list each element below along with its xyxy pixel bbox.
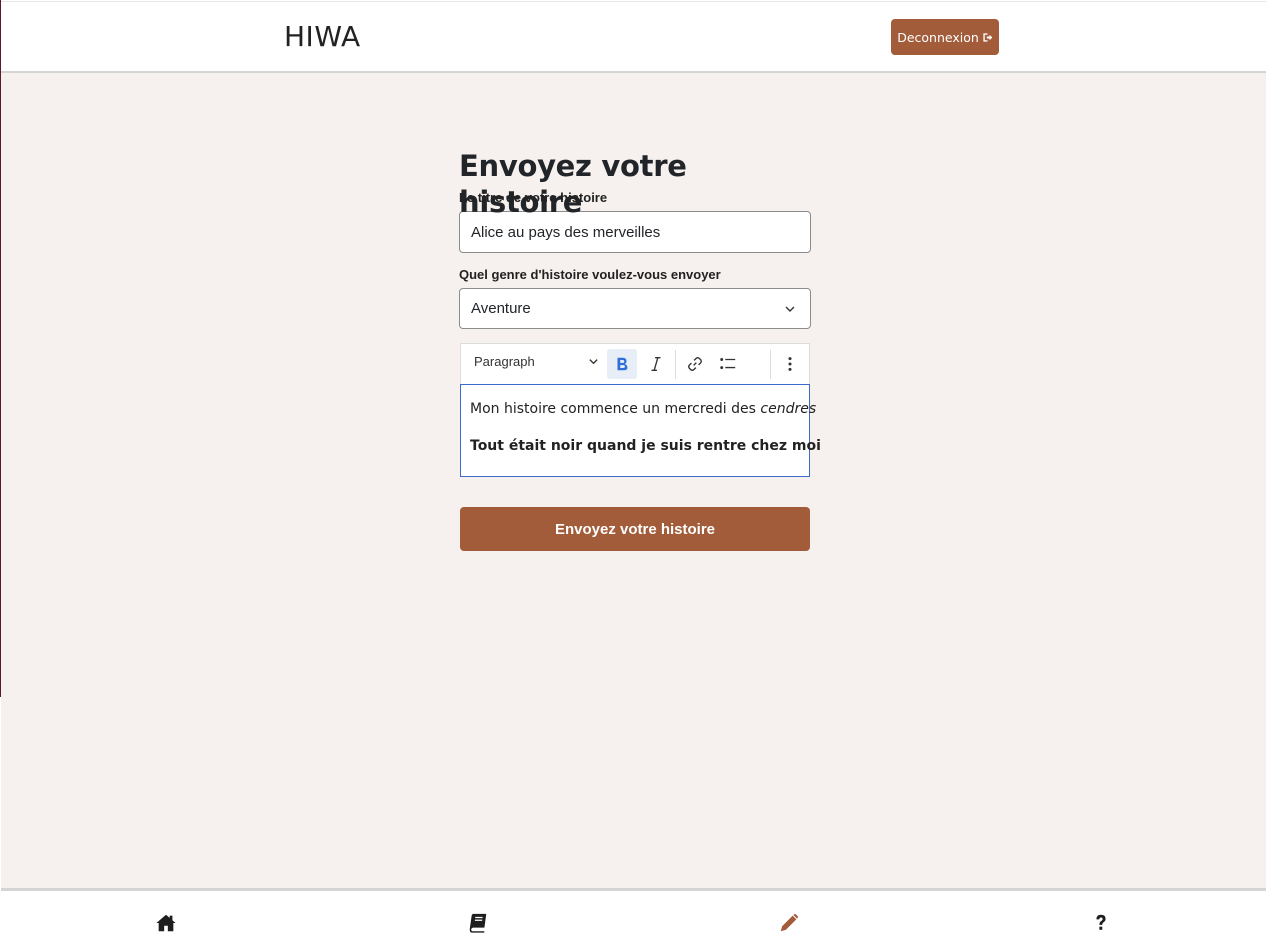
chevron-down-icon — [589, 359, 598, 365]
bold-icon — [617, 357, 628, 371]
story-form: Envoyez votre histoire Le titre de votre… — [459, 148, 821, 551]
italic-icon — [651, 357, 661, 371]
nav-write[interactable] — [776, 910, 802, 936]
page-title: Envoyez votre histoire — [459, 149, 687, 219]
sign-out-icon — [983, 32, 993, 42]
nav-stories[interactable] — [465, 910, 491, 936]
logout-button[interactable]: Deconnexion — [891, 19, 999, 55]
editor-line-1-italic: cendres — [760, 401, 817, 417]
nav-help[interactable] — [1088, 910, 1114, 936]
home-icon — [156, 914, 176, 932]
link-button[interactable] — [680, 349, 710, 379]
story-title-label: Le titre de votre histoire — [459, 190, 608, 205]
bulleted-list-button[interactable] — [713, 349, 743, 379]
more-options-icon — [788, 357, 792, 371]
block-type-label: Paragraph — [474, 354, 535, 369]
rich-text-editor: Paragraph Mon histoire commence un mercr… — [460, 343, 821, 477]
toolbar-separator — [675, 350, 676, 379]
editor-line-1: Mon histoire commence un mercredi des ce… — [470, 401, 816, 417]
book-icon — [469, 913, 487, 933]
chevron-down-icon — [785, 306, 795, 312]
editor-content[interactable]: Mon histoire commence un mercredi des ce… — [460, 384, 821, 477]
bold-button[interactable] — [607, 349, 637, 379]
brand-logo[interactable]: HIWA — [284, 20, 361, 53]
question-icon — [1096, 914, 1106, 930]
more-options-button[interactable] — [775, 349, 805, 379]
story-title-value: Alice au pays des merveilles — [471, 223, 661, 241]
genre-select[interactable]: Aventure — [459, 288, 811, 329]
editor-toolbar: Paragraph — [460, 343, 810, 384]
bulleted-list-icon — [720, 358, 736, 370]
editor-line-1-text: Mon histoire commence un mercredi des — [470, 401, 761, 417]
top-navbar: HIWA Deconnexion — [1, 1, 1266, 74]
toolbar-separator — [770, 350, 771, 379]
editor-line-2: Tout était noir quand je suis rentre che… — [470, 438, 821, 454]
bottom-navbar — [1, 888, 1266, 952]
genre-selected-value: Aventure — [471, 300, 531, 317]
pencil-icon — [780, 913, 799, 932]
italic-button[interactable] — [641, 349, 671, 379]
block-type-dropdown[interactable]: Paragraph — [474, 354, 599, 369]
logout-label: Deconnexion — [897, 29, 979, 45]
main-content: Envoyez votre histoire Le titre de votre… — [1, 73, 1266, 888]
submit-story-button[interactable]: Envoyez votre histoire — [460, 507, 810, 551]
nav-home[interactable] — [153, 910, 179, 936]
genre-label: Quel genre d'histoire voulez-vous envoye… — [459, 267, 721, 282]
link-icon — [688, 357, 702, 371]
